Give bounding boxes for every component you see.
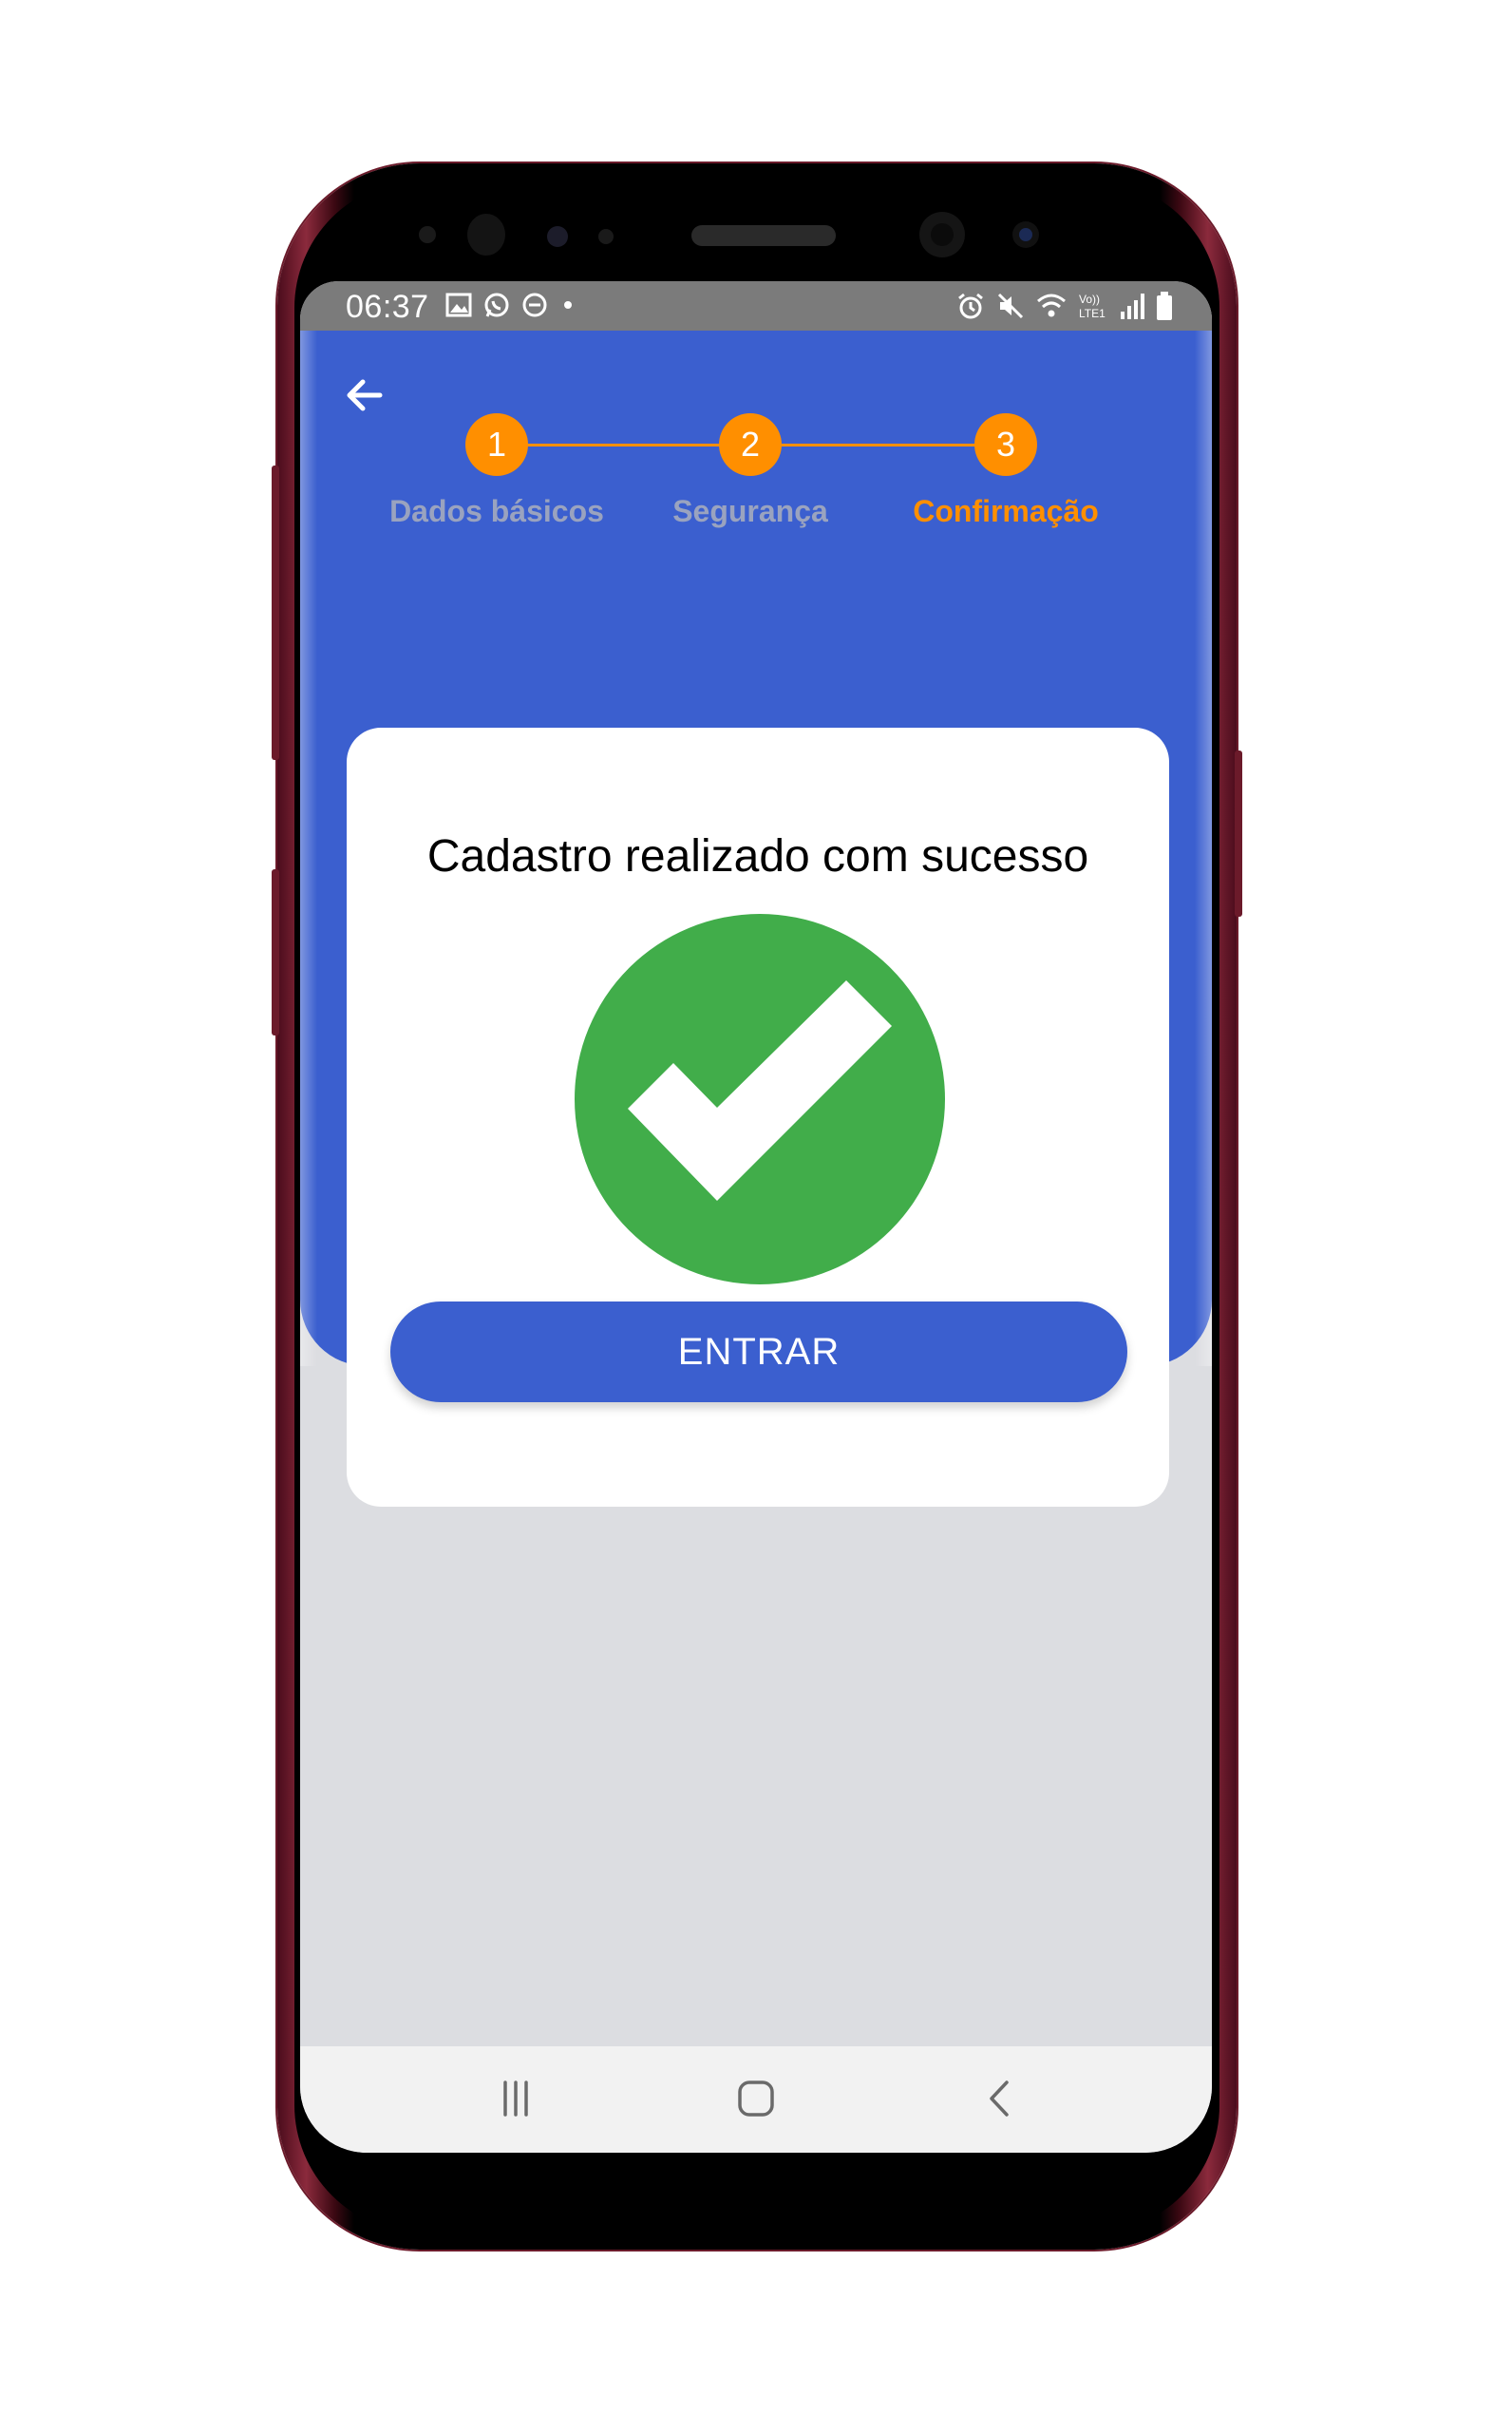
phone-sensors <box>419 212 1039 257</box>
battery-icon <box>1157 292 1172 320</box>
gallery-icon <box>445 293 472 317</box>
dnd-icon <box>522 293 547 317</box>
success-card: Cadastro realizado com sucesso ENTRAR <box>347 728 1169 1507</box>
alarm-icon <box>958 293 983 319</box>
signal-icon <box>1121 294 1144 319</box>
arrow-left-icon[interactable] <box>336 367 393 424</box>
header-edge-right <box>1195 331 1212 1366</box>
success-title: Cadastro realizado com sucesso <box>426 831 1089 882</box>
status-left-icons <box>444 291 577 319</box>
step-circle-3: 3 <box>974 413 1037 476</box>
enter-button[interactable]: ENTRAR <box>390 1302 1127 1402</box>
svg-text:Vo)): Vo)) <box>1079 293 1100 306</box>
step-circle-2: 2 <box>719 413 782 476</box>
step-label-confirmacao: Confirmação <box>913 494 1099 528</box>
recent-apps-icon[interactable] <box>492 2075 539 2122</box>
android-nav-bar <box>300 2046 1212 2153</box>
step-circle-1: 1 <box>465 413 528 476</box>
status-right-icons: Vo)) LTE1 <box>955 291 1174 321</box>
step-label-dados-basicos: Dados básicos <box>389 494 604 528</box>
dot-icon <box>564 301 572 309</box>
app-screen: 06:37 Vo)) LTE1 1 2 3 Dados básicos Segur… <box>300 281 1212 2153</box>
header-edge-left <box>300 331 317 1366</box>
phone-volume-button <box>272 466 279 760</box>
stepper-line-1 <box>497 444 720 446</box>
phone-power-button <box>1235 750 1242 917</box>
status-bar: 06:37 Vo)) LTE1 <box>300 281 1212 331</box>
back-icon[interactable] <box>976 2075 1024 2122</box>
volte-icon: Vo))LTE1 <box>1079 293 1106 320</box>
svg-text:LTE1: LTE1 <box>1079 307 1106 320</box>
stepper-line-2 <box>782 444 1007 446</box>
mute-icon <box>997 293 1024 319</box>
wifi-icon <box>1037 294 1066 317</box>
whatsapp-icon <box>484 293 509 317</box>
status-time: 06:37 <box>346 289 429 325</box>
phone-bixby-button <box>272 869 279 1036</box>
step-label-seguranca: Segurança <box>672 494 828 528</box>
home-icon[interactable] <box>732 2075 780 2122</box>
success-check-icon <box>575 914 945 1284</box>
